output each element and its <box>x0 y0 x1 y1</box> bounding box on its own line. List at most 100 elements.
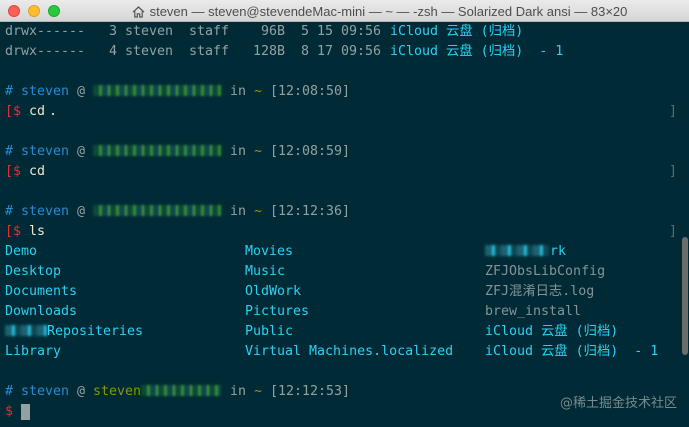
list-item: Virtual Machines.localized <box>245 344 454 359</box>
ls-row: Library Virtual Machines.localized iClou… <box>5 342 658 362</box>
prompt-line: # steven @ in ~ [12:08:50] <box>5 82 350 102</box>
prompt-time: [12:12:53] <box>270 384 351 399</box>
list-item: rk <box>550 244 567 259</box>
list-item: Documents <box>5 284 78 299</box>
ls-row: Demo Movies rk <box>5 242 566 262</box>
prompt-in: in <box>230 84 247 99</box>
redacted-item <box>485 242 549 262</box>
command-line: [$ ls <box>5 222 53 242</box>
right-bracket: ] <box>669 224 678 239</box>
command-line: [$ cd . <box>5 102 57 122</box>
date: 5 15 09:56 <box>301 24 382 39</box>
size: 128B <box>253 44 286 59</box>
list-item: iCloud 云盘 (归档) - 1 <box>485 344 659 359</box>
perms: drwx------ <box>5 44 86 59</box>
command: cd <box>29 164 46 179</box>
prompt-path: ~ <box>254 384 263 399</box>
redacted-hostname <box>93 142 221 162</box>
title-bar[interactable]: steven — steven@stevendeMac-mini — ~ — -… <box>0 0 689 22</box>
scrollbar-thumb[interactable] <box>682 237 688 355</box>
prompt-user: steven <box>21 204 70 219</box>
prompt-time: [12:08:59] <box>270 144 351 159</box>
list-item: Desktop <box>5 264 62 279</box>
text-cursor[interactable] <box>21 404 30 420</box>
prompt-dollar: $ <box>5 404 14 419</box>
prompt-hash: # <box>5 204 14 219</box>
command: cd <box>29 104 46 119</box>
prompt-user: steven <box>21 384 70 399</box>
redacted-item <box>5 322 47 342</box>
window-title: steven — steven@stevendeMac-mini — ~ — -… <box>149 3 628 19</box>
command-line[interactable]: $ <box>5 402 53 422</box>
prompt-in: in <box>230 144 247 159</box>
prompt-time: [12:08:50] <box>270 84 351 99</box>
maximize-button[interactable] <box>48 5 60 17</box>
ls-long-row: drwx------ 4 steven staff 128B 8 17 09:5… <box>5 42 563 62</box>
list-item: ZFJObsLibConfig <box>485 264 606 279</box>
command: ls <box>29 224 46 239</box>
redacted-hostname <box>93 82 221 102</box>
list-item: Library <box>5 344 62 359</box>
list-item: Movies <box>245 244 294 259</box>
redacted-hostname <box>141 382 221 402</box>
links: 4 <box>109 44 118 59</box>
watermark: @稀土掘金技术社区 <box>559 396 677 411</box>
prompt-time: [12:12:36] <box>270 204 351 219</box>
list-item: ZFJ混淆日志.log <box>485 284 595 299</box>
list-item: brew_install <box>485 304 582 319</box>
owner: steven <box>125 24 174 39</box>
prompt-line: # steven @ in ~ [12:12:36] <box>5 202 350 222</box>
right-bracket: ] <box>669 164 678 179</box>
prompt-at: @ <box>77 84 86 99</box>
dir-name: iCloud 云盘 (归档) - 1 <box>390 44 564 59</box>
prompt-in: in <box>230 384 247 399</box>
prompt-bracket: [$ <box>5 224 22 239</box>
group: staff <box>189 24 230 39</box>
minimize-button[interactable] <box>28 5 40 17</box>
list-item: Demo <box>5 244 38 259</box>
prompt-user: steven <box>21 84 70 99</box>
ls-row: Documents OldWork ZFJ混淆日志.log <box>5 282 594 302</box>
size: 96B <box>261 24 286 39</box>
list-item: iCloud 云盘 (归档) <box>485 324 619 339</box>
prompt-bracket: [$ <box>5 104 22 119</box>
ls-long-row: drwx------ 3 steven staff 96B 5 15 09:56… <box>5 22 523 42</box>
terminal-content[interactable]: drwx------ 3 steven staff 96B 5 15 09:56… <box>0 22 680 427</box>
prompt-at: @ <box>77 384 86 399</box>
close-button[interactable] <box>8 5 20 17</box>
prompt-line: # steven @ in ~ [12:08:59] <box>5 142 350 162</box>
list-item: Public <box>245 324 294 339</box>
prompt-host: steven <box>93 384 142 399</box>
right-bracket: ] <box>669 104 678 119</box>
owner: steven <box>125 44 174 59</box>
prompt-path: ~ <box>254 84 263 99</box>
group: staff <box>189 44 230 59</box>
window-title-wrap: steven — steven@stevendeMac-mini — ~ — -… <box>80 0 679 22</box>
redacted-hostname <box>93 202 221 222</box>
list-item: Downloads <box>5 304 78 319</box>
prompt-in: in <box>230 204 247 219</box>
list-item: OldWork <box>245 284 302 299</box>
ls-row: Downloads Pictures brew_install <box>5 302 581 322</box>
command-arg: . <box>49 104 58 119</box>
list-item: Repositeries <box>47 324 144 339</box>
prompt-user: steven <box>21 144 70 159</box>
dir-name: iCloud 云盘 (归档) <box>390 24 524 39</box>
prompt-path: ~ <box>254 204 263 219</box>
prompt-path: ~ <box>254 144 263 159</box>
ls-row: Repositeries Public iCloud 云盘 (归档) <box>5 322 618 342</box>
perms: drwx------ <box>5 24 86 39</box>
prompt-hash: # <box>5 384 14 399</box>
list-item: Music <box>245 264 286 279</box>
prompt-bracket: [$ <box>5 164 22 179</box>
prompt-at: @ <box>77 144 86 159</box>
prompt-line: # steven @ steven in ~ [12:12:53] <box>5 382 350 402</box>
prompt-hash: # <box>5 84 14 99</box>
scrollbar[interactable] <box>680 22 689 427</box>
terminal-window: steven — steven@stevendeMac-mini — ~ — -… <box>0 0 689 427</box>
list-item: Pictures <box>245 304 310 319</box>
ls-row: Desktop Music ZFJObsLibConfig <box>5 262 605 282</box>
prompt-hash: # <box>5 144 14 159</box>
date: 8 17 09:56 <box>301 44 382 59</box>
command-line: [$ cd <box>5 162 53 182</box>
